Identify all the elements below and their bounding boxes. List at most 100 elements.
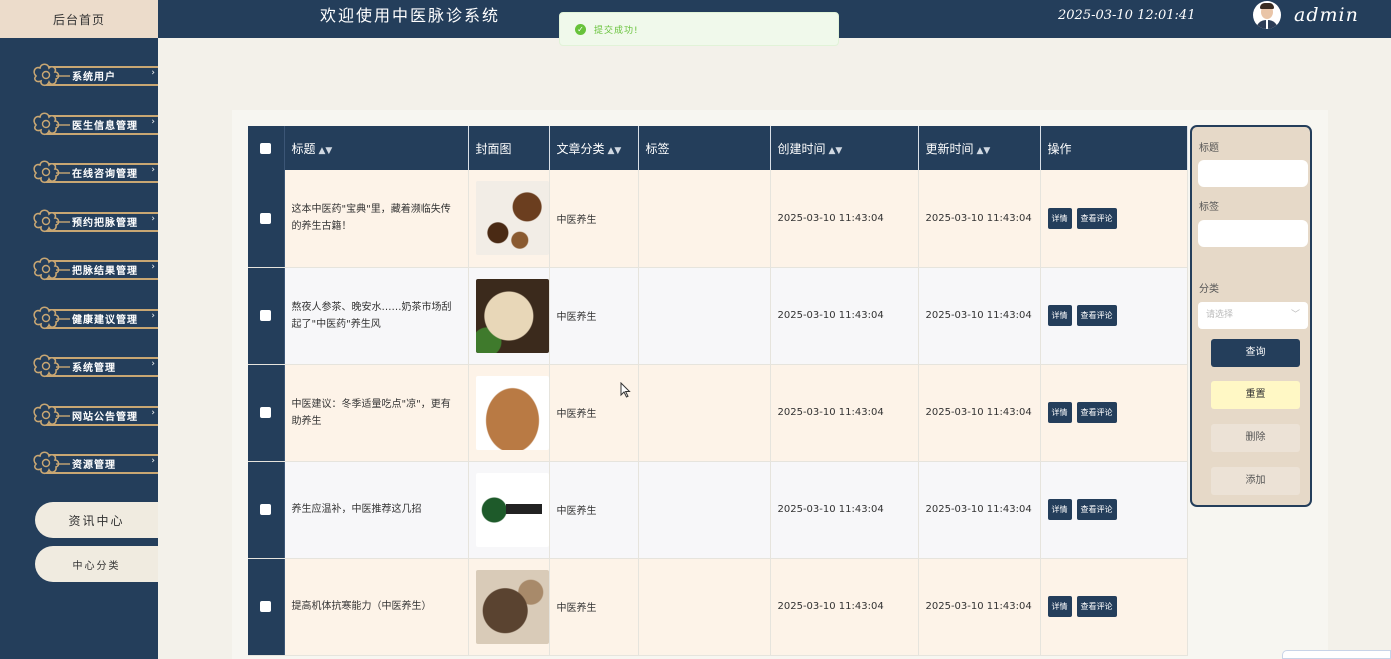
cover-image <box>475 569 549 644</box>
cell-updated: 2025-03-10 11:43:04 <box>918 364 1041 462</box>
cloud-ornament-icon <box>33 354 70 378</box>
sidebar-subitem-news-center[interactable]: 资讯中心 <box>35 502 158 538</box>
column-header-category[interactable]: 文章分类 ▲▼ <box>549 126 639 170</box>
column-header-title[interactable]: 标题 ▲▼ <box>284 126 469 170</box>
row-select-cell <box>248 558 285 656</box>
chevron-right-icon: › <box>151 262 155 272</box>
detail-button[interactable]: 详情 <box>1047 596 1072 617</box>
delete-button[interactable]: 删除 <box>1211 424 1300 452</box>
detail-button[interactable]: 详情 <box>1047 402 1072 423</box>
cell-category: 中医养生 <box>549 170 639 268</box>
detail-button[interactable]: 详情 <box>1047 499 1072 520</box>
chevron-right-icon: › <box>151 68 155 78</box>
select-all-checkbox[interactable] <box>260 143 272 154</box>
filter-tags-label: 标签 <box>1199 202 1219 213</box>
row-checkbox[interactable] <box>260 212 272 224</box>
filter-tags-input[interactable] <box>1198 220 1308 247</box>
toast-message: 提交成功! <box>594 25 639 36</box>
row-checkbox[interactable] <box>260 309 272 321</box>
cell-created: 2025-03-10 11:43:04 <box>770 558 919 656</box>
chevron-right-icon: › <box>151 117 155 127</box>
cell-ops: 详情 查看评论 <box>1040 267 1188 365</box>
cell-ops: 详情 查看评论 <box>1040 461 1188 559</box>
chevron-right-icon: › <box>151 165 155 175</box>
table-row: 熬夜人参茶、晚安水……奶茶市场刮起了"中医药"养生风 中医养生 2025-03-10… <box>248 267 1188 365</box>
sidebar-item-system-users[interactable]: 系统用户 › <box>30 59 158 93</box>
detail-button[interactable]: 详情 <box>1047 207 1072 229</box>
corner-widget[interactable] <box>1282 650 1391 659</box>
view-comments-button[interactable]: 查看评论 <box>1076 402 1117 423</box>
cloud-ornament-icon <box>33 403 70 427</box>
column-header-tags: 标签 <box>638 126 771 170</box>
chevron-right-icon: › <box>151 214 155 224</box>
row-checkbox[interactable] <box>260 600 272 612</box>
user-name[interactable]: admin <box>1294 0 1359 30</box>
success-toast: ✓ 提交成功! <box>559 12 839 46</box>
cell-created: 2025-03-10 11:43:04 <box>770 267 919 365</box>
cell-created: 2025-03-10 11:43:04 <box>770 170 919 268</box>
sidebar-item-label: 网站公告管理 <box>72 412 138 423</box>
cell-updated: 2025-03-10 11:43:04 <box>918 461 1041 559</box>
sidebar-item-site-notice[interactable]: 网站公告管理 › <box>30 399 158 433</box>
row-checkbox[interactable] <box>260 503 272 515</box>
sort-icon[interactable]: ▲▼ <box>977 146 991 156</box>
cell-ops: 详情 查看评论 <box>1040 558 1188 656</box>
column-header-created[interactable]: 创建时间 ▲▼ <box>770 126 919 170</box>
sidebar-item-label: 健康建议管理 <box>72 315 138 326</box>
add-button[interactable]: 添加 <box>1211 467 1300 495</box>
row-select-cell <box>248 364 285 462</box>
view-comments-button[interactable]: 查看评论 <box>1076 596 1117 617</box>
sidebar-item-label: 资源管理 <box>72 460 116 471</box>
query-button[interactable]: 查询 <box>1211 339 1300 367</box>
row-checkbox[interactable] <box>260 406 272 418</box>
detail-button[interactable]: 详情 <box>1047 305 1072 326</box>
table-header-row: 标题 ▲▼ 封面图 文章分类 ▲▼ 标签 创建时间 ▲▼ 更新时间 ▲▼ 操作 <box>248 126 1188 170</box>
cell-tags <box>638 558 771 656</box>
avatar[interactable] <box>1253 1 1281 29</box>
sidebar-item-appointment[interactable]: 预约把脉管理 › <box>30 205 158 239</box>
sidebar-item-label: 预约把脉管理 <box>72 218 138 229</box>
sidebar-item-resource-manage[interactable]: 资源管理 › <box>30 447 158 481</box>
sort-icon[interactable]: ▲▼ <box>829 146 843 156</box>
sidebar-item-pulse-result[interactable]: 把脉结果管理 › <box>30 253 158 287</box>
row-select-cell <box>248 170 285 268</box>
filter-title-label: 标题 <box>1199 143 1219 154</box>
sidebar-item-online-consult[interactable]: 在线咨询管理 › <box>30 156 158 190</box>
view-comments-button[interactable]: 查看评论 <box>1076 499 1117 520</box>
table-row: 提高机体抗寒能力（中医养生） 中医养生 2025-03-10 11:43:04 202… <box>248 558 1188 656</box>
chevron-down-icon: ﹀ <box>1290 310 1300 320</box>
cell-cover <box>468 461 550 559</box>
sort-icon[interactable]: ▲▼ <box>319 146 333 156</box>
cell-title: 熬夜人参茶、晚安水……奶茶市场刮起了"中医药"养生风 <box>284 267 469 365</box>
check-circle-icon: ✓ <box>575 23 586 35</box>
cell-created: 2025-03-10 11:43:04 <box>770 461 919 559</box>
sidebar-item-doctor-info[interactable]: 医生信息管理 › <box>30 108 158 142</box>
column-header-updated[interactable]: 更新时间 ▲▼ <box>918 126 1041 170</box>
cell-updated: 2025-03-10 11:43:04 <box>918 558 1041 656</box>
sidebar-subitem-center-category[interactable]: 中心分类 <box>35 546 158 582</box>
cell-updated: 2025-03-10 11:43:04 <box>918 170 1041 268</box>
chevron-right-icon: › <box>151 359 155 369</box>
home-tab[interactable]: 后台首页 <box>0 0 158 38</box>
cell-category: 中医养生 <box>549 267 639 365</box>
row-select-cell <box>248 461 285 559</box>
cell-cover <box>468 364 550 462</box>
sidebar-item-label: 把脉结果管理 <box>72 266 138 277</box>
cloud-ornament-icon <box>33 112 70 136</box>
sort-icon[interactable]: ▲▼ <box>608 146 622 156</box>
filter-category-label: 分类 <box>1199 284 1219 295</box>
sidebar-item-label: 医生信息管理 <box>72 121 138 132</box>
cover-image <box>475 278 549 353</box>
filter-category-select[interactable]: 请选择 ﹀ <box>1198 302 1308 329</box>
cell-title: 中医建议：冬季适量吃点"凉"，更有助养生 <box>284 364 469 462</box>
sidebar-item-system-manage[interactable]: 系统管理 › <box>30 350 158 384</box>
table-row: 养生应温补，中医推荐这几招 中医养生 2025-03-10 11:43:04 2025… <box>248 461 1188 559</box>
cloud-ornament-icon <box>33 306 70 330</box>
view-comments-button[interactable]: 查看评论 <box>1076 207 1117 229</box>
view-comments-button[interactable]: 查看评论 <box>1076 305 1117 326</box>
reset-button[interactable]: 重置 <box>1211 381 1300 409</box>
sidebar-item-health-advice[interactable]: 健康建议管理 › <box>30 302 158 336</box>
table-row: 中医建议：冬季适量吃点"凉"，更有助养生 中医养生 2025-03-10 11:43… <box>248 364 1188 462</box>
filter-title-input[interactable] <box>1198 160 1308 187</box>
cell-cover <box>468 170 550 268</box>
